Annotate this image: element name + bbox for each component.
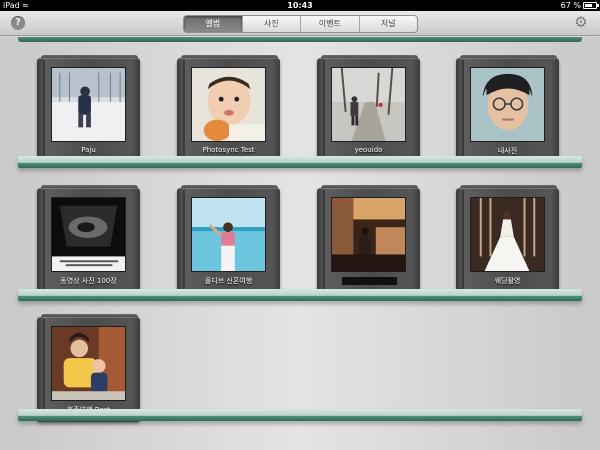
album-thumbnail bbox=[51, 326, 126, 401]
shelf-row-1 bbox=[18, 156, 582, 168]
album-thumbnail bbox=[191, 67, 266, 142]
album-thumbnail bbox=[470, 67, 545, 142]
battery-percent: 67 % bbox=[560, 1, 581, 10]
album-shelf: Paju Photosync Test yeouido 내사진 동영상 사진 1… bbox=[0, 37, 600, 450]
album-title: yeouido bbox=[354, 146, 383, 154]
album-title-redacted bbox=[342, 277, 397, 285]
shelf-row-2 bbox=[18, 289, 582, 301]
battery-icon bbox=[583, 2, 599, 9]
album-my-photos[interactable]: 내사진 bbox=[456, 55, 559, 163]
album-redacted[interactable] bbox=[317, 185, 420, 293]
album-photosync-test[interactable]: Photosync Test bbox=[177, 55, 280, 163]
album-title: Photosync Test bbox=[202, 146, 255, 154]
tab-journals[interactable]: 저널 bbox=[358, 16, 418, 32]
album-title: 내사진 bbox=[497, 147, 518, 155]
tab-albums[interactable]: 앨범 bbox=[184, 16, 242, 32]
album-spine bbox=[462, 60, 464, 160]
tab-events[interactable]: 이벤트 bbox=[300, 16, 359, 32]
album-thumbnail bbox=[51, 67, 126, 142]
album-maldives-honeymoon[interactable]: 몰디브 신혼여행 bbox=[177, 185, 280, 293]
album-spine bbox=[183, 60, 185, 160]
clock: 10:43 bbox=[287, 1, 313, 10]
album-australia-trip-best[interactable]: 호주여행 Best bbox=[37, 314, 140, 422]
status-bar: iPad ≈ 10:43 67 % bbox=[0, 0, 600, 11]
album-video-photos-100[interactable]: 동영상 사진 100장 bbox=[37, 185, 140, 293]
album-thumbnail bbox=[470, 197, 545, 272]
album-spine bbox=[43, 190, 45, 290]
tab-photos[interactable]: 사진 bbox=[241, 16, 301, 32]
album-spine bbox=[323, 60, 325, 160]
album-thumbnail bbox=[331, 197, 406, 272]
album-paju[interactable]: Paju bbox=[37, 55, 140, 163]
album-wedding-shoot[interactable]: 웨딩촬영 bbox=[456, 185, 559, 293]
album-title: 몰디브 신혼여행 bbox=[204, 277, 253, 285]
gear-icon[interactable]: ⚙ bbox=[573, 14, 589, 30]
shelf-top-rail bbox=[18, 37, 582, 42]
shelf-row-3 bbox=[18, 409, 582, 421]
album-title: 웨딩촬영 bbox=[494, 277, 521, 285]
help-button[interactable]: ? bbox=[11, 16, 25, 30]
album-spine bbox=[323, 190, 325, 290]
album-thumbnail bbox=[191, 197, 266, 272]
album-spine bbox=[43, 60, 45, 160]
album-yeouido[interactable]: yeouido bbox=[317, 55, 420, 163]
album-thumbnail bbox=[51, 197, 126, 272]
album-title: Paju bbox=[81, 146, 96, 154]
album-spine bbox=[183, 190, 185, 290]
album-title: 동영상 사진 100장 bbox=[60, 277, 117, 285]
toolbar: ? 앨범 사진 이벤트 저널 ⚙ bbox=[0, 11, 600, 36]
album-spine bbox=[462, 190, 464, 290]
album-spine bbox=[43, 319, 45, 419]
album-thumbnail bbox=[331, 67, 406, 142]
view-segmented-control: 앨범 사진 이벤트 저널 bbox=[183, 15, 418, 33]
